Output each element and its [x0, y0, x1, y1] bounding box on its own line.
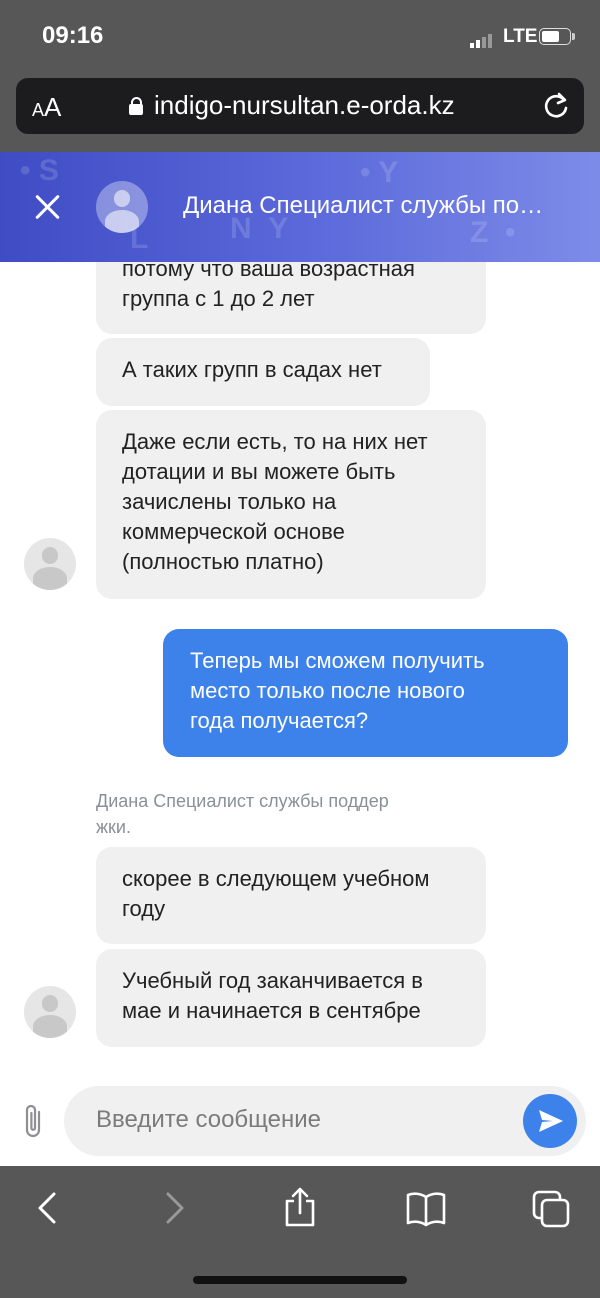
- message-composer: Введите сообщение: [0, 1072, 600, 1166]
- paperclip-icon[interactable]: [22, 1102, 46, 1140]
- network-type: LTE: [503, 26, 538, 47]
- agent-message: А таких групп в садах нет: [96, 338, 430, 406]
- message-list[interactable]: потому что ваша возрастная группа с 1 до…: [0, 262, 600, 1072]
- lock-icon: [129, 97, 143, 115]
- share-icon[interactable]: [282, 1186, 318, 1228]
- signal-strength-icon: [470, 30, 494, 48]
- agent-message: Учебный год заканчивается в мае и начина…: [96, 949, 486, 1047]
- send-icon: [539, 1110, 563, 1132]
- browser-address-area: AA indigo-nursultan.e-orda.kz: [0, 72, 600, 152]
- agent-avatar: [24, 986, 76, 1038]
- home-indicator: [193, 1276, 407, 1284]
- message-input[interactable]: Введите сообщение: [64, 1086, 586, 1156]
- bookmarks-icon[interactable]: [404, 1188, 448, 1228]
- status-time: 09:16: [42, 22, 104, 49]
- chat-header: • S N Y • Y Z • L Диана Специалист служб…: [0, 152, 600, 262]
- agent-message: Даже если есть, то на них нет дотации и …: [96, 410, 486, 599]
- address-bar[interactable]: AA indigo-nursultan.e-orda.kz: [16, 78, 584, 134]
- sender-name: Диана Специалист службы поддер жки.: [96, 791, 389, 837]
- send-button[interactable]: [523, 1094, 577, 1148]
- reload-icon[interactable]: [541, 91, 571, 121]
- status-bar: 09:16 LTE: [0, 0, 600, 72]
- url-text[interactable]: indigo-nursultan.e-orda.kz: [154, 90, 455, 121]
- tabs-icon[interactable]: [530, 1188, 572, 1230]
- forward-icon[interactable]: [162, 1188, 188, 1228]
- browser-toolbar: [0, 1166, 600, 1298]
- agent-avatar: [96, 181, 148, 233]
- user-message: Теперь мы сможем получить место только п…: [163, 629, 568, 757]
- message-input-placeholder: Введите сообщение: [96, 1106, 321, 1133]
- battery-icon: [539, 28, 575, 45]
- agent-avatar: [24, 538, 76, 590]
- agent-message: скорее в следующем учебном году: [96, 847, 486, 944]
- chat-title: Диана Специалист службы по…: [183, 192, 544, 219]
- agent-message: потому что ваша возрастная группа с 1 до…: [96, 262, 486, 334]
- text-size-button[interactable]: AA: [32, 92, 61, 123]
- close-icon[interactable]: [34, 193, 62, 221]
- back-icon[interactable]: [34, 1188, 60, 1228]
